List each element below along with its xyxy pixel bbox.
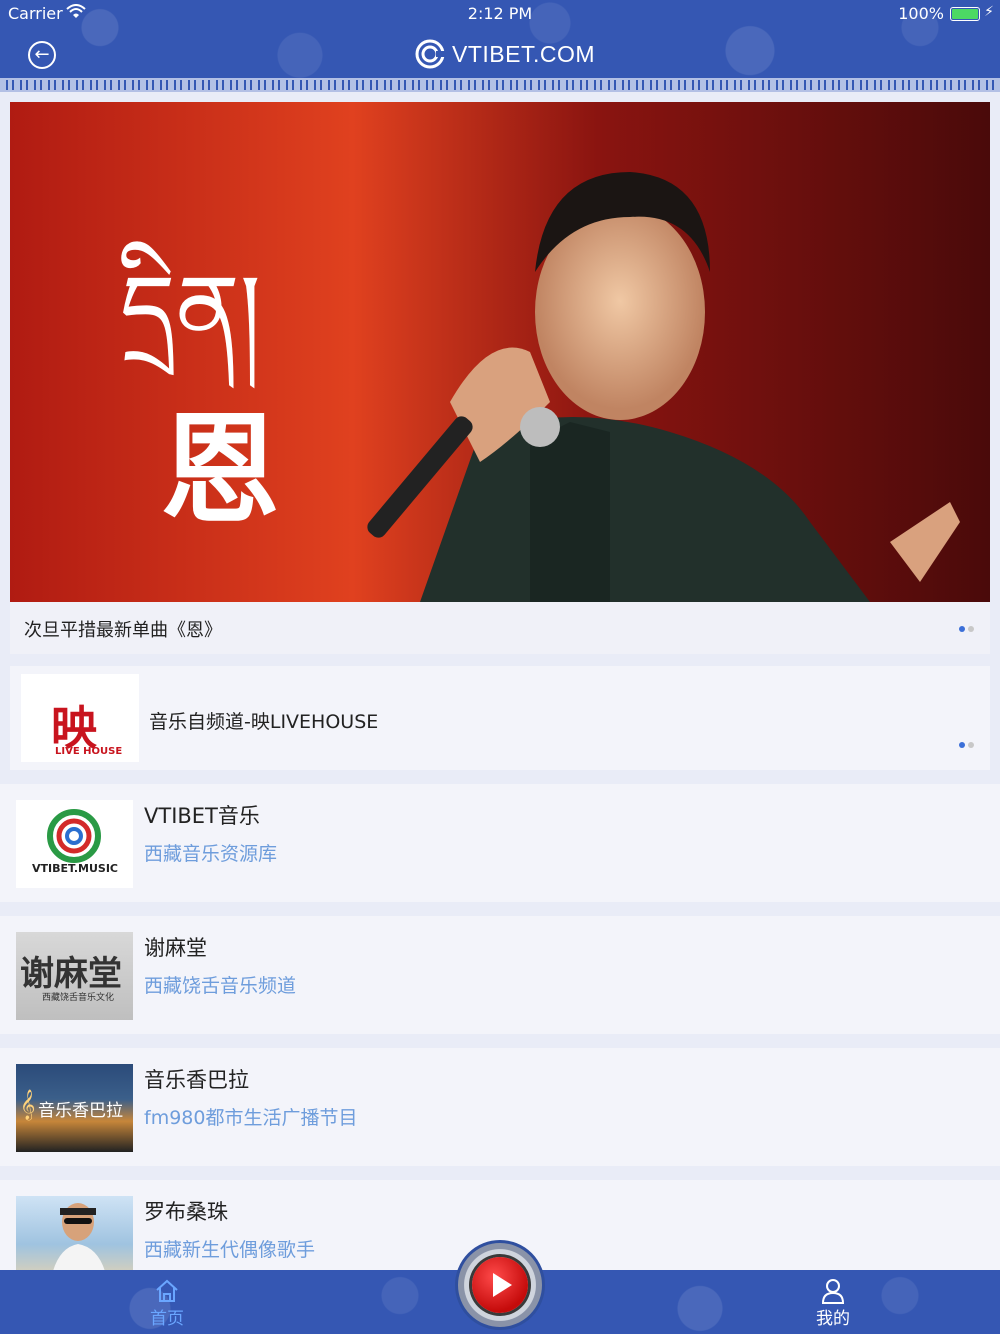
list-item-title: VTIBET音乐 — [144, 804, 260, 828]
dot-active — [959, 626, 965, 632]
brand-name: VTIBET.COM — [452, 40, 596, 67]
featured-dots — [959, 742, 974, 748]
clock: 2:12 PM — [467, 4, 533, 23]
list-item-subtitle: 西藏饶舌音乐频道 — [144, 975, 297, 997]
featured-title: 音乐自频道-映LIVEHOUSE — [149, 711, 379, 733]
list-item-subtitle: 西藏音乐资源库 — [144, 843, 278, 865]
battery-percent: 100% — [898, 4, 944, 23]
list-item-title: 音乐香巴拉 — [144, 1068, 249, 1092]
banner-carousel[interactable]: དྲིན། 恩 次旦平措最新单曲《恩》 — [10, 102, 990, 654]
play-icon — [493, 1273, 512, 1297]
charging-icon: ⚡ — [984, 4, 994, 20]
banner-image[interactable]: དྲིན། 恩 — [10, 102, 990, 602]
list-item[interactable]: 𝄞 音乐香巴拉 音乐香巴拉 fm980都市生活广播节目 — [0, 1048, 1000, 1166]
home-icon — [156, 1279, 178, 1302]
xiemating-thumbnail: 谢麻堂 西藏饶舌音乐文化 — [16, 932, 133, 1020]
xiemating-logo-text: 谢麻堂 — [20, 954, 122, 994]
list-item-title: 谢麻堂 — [144, 936, 207, 960]
brand-logo: VTIBET.COM — [414, 38, 595, 70]
play-disc — [472, 1257, 528, 1313]
list-item-subtitle: fm980都市生活广播节目 — [144, 1107, 358, 1129]
list-item[interactable]: 谢麻堂 西藏饶舌音乐文化 谢麻堂 西藏饶舌音乐频道 — [0, 916, 1000, 1034]
decorative-border — [0, 78, 1000, 92]
vtibet-logo-icon — [415, 39, 446, 69]
featured-channel-row[interactable]: 映 LIVE HOUSE 音乐自频道-映LIVEHOUSE — [10, 666, 990, 770]
list-item-subtitle: 西藏新生代偶像歌手 — [144, 1239, 316, 1261]
vtibet-music-logo-text: VTIBET.MUSIC — [32, 862, 118, 875]
list-item[interactable]: VTIBET.MUSIC VTIBET音乐 西藏音乐资源库 — [0, 784, 1000, 902]
status-bar: Carrier 2:12 PM 100% ⚡ — [0, 0, 1000, 28]
livehouse-logo-sub: LIVE HOUSE — [55, 746, 123, 757]
tab-mine[interactable]: 我的 — [803, 1278, 863, 1329]
dot-active — [959, 742, 965, 748]
banner-title-chinese: 恩 — [160, 401, 280, 540]
list-item-title: 罗布桑珠 — [144, 1200, 228, 1224]
tab-home-label: 首页 — [150, 1309, 184, 1329]
vtibet-music-thumbnail: VTIBET.MUSIC — [16, 800, 133, 888]
xiemating-logo-sub: 西藏饶舌音乐文化 — [42, 993, 115, 1003]
tab-home[interactable]: 首页 — [137, 1278, 197, 1329]
back-button[interactable]: ← — [28, 41, 56, 69]
arrow-left-icon: ← — [34, 44, 50, 65]
livehouse-thumbnail: 映 LIVE HOUSE — [21, 674, 139, 762]
user-icon — [821, 1279, 845, 1304]
microphone-icon — [520, 407, 560, 447]
battery-icon — [950, 7, 980, 21]
play-button[interactable] — [455, 1240, 545, 1330]
music-note-icon: 𝄞 — [20, 1090, 36, 1120]
dot — [968, 626, 974, 632]
carousel-dots — [959, 626, 974, 632]
banner-caption: 次旦平措最新单曲《恩》 — [24, 620, 222, 641]
top-header: Carrier 2:12 PM 100% ⚡ ← VTIBET.COM — [0, 0, 1000, 92]
dot — [968, 742, 974, 748]
shambhala-logo-text: 音乐香巴拉 — [38, 1101, 123, 1121]
shambhala-thumbnail: 𝄞 音乐香巴拉 — [16, 1064, 133, 1152]
tab-mine-label: 我的 — [816, 1309, 850, 1329]
